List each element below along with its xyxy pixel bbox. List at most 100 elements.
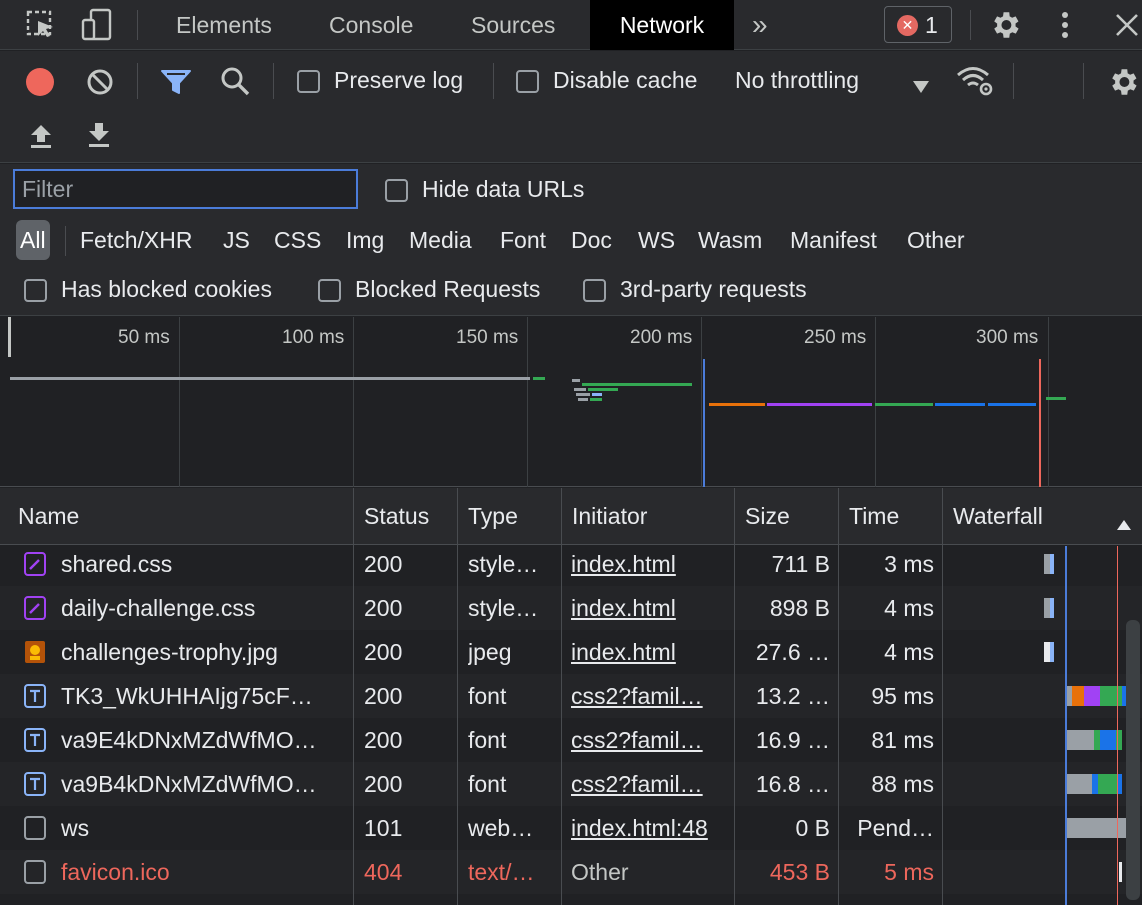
column-divider[interactable] (561, 488, 562, 905)
disable-cache-checkbox[interactable] (516, 70, 539, 93)
throttling-select[interactable]: No throttling (735, 67, 859, 94)
initiator-link[interactable]: index.html (571, 551, 676, 577)
initiator-link[interactable]: css2?famil… (571, 683, 703, 709)
type-filter-doc[interactable]: Doc (571, 220, 612, 260)
export-har-icon[interactable] (86, 121, 112, 149)
request-status: 404 (364, 859, 403, 885)
table-row[interactable]: TK3_WkUHHAIjg75cF… 200 font css2?famil… 13.2… (0, 674, 1142, 718)
waterfall-bar-segment (1100, 730, 1116, 750)
column-header-waterfall[interactable]: Waterfall (943, 488, 1113, 545)
table-row[interactable]: daily-challenge.css 200 style… index.html 89… (0, 586, 1142, 630)
search-icon[interactable] (219, 65, 251, 97)
clear-icon[interactable] (85, 67, 115, 97)
has-blocked-cookies-checkbox[interactable] (24, 279, 47, 302)
column-header-status[interactable]: Status (354, 488, 456, 545)
type-filter-manifest[interactable]: Manifest (790, 220, 877, 260)
type-filter-media[interactable]: Media (409, 220, 472, 260)
initiator-text: Other (571, 859, 629, 885)
request-name[interactable]: shared.css (61, 546, 349, 586)
initiator-link[interactable]: index.html (571, 639, 676, 665)
font-file-icon (24, 772, 46, 796)
blocked-requests-checkbox[interactable] (318, 279, 341, 302)
table-row[interactable]: challenges-trophy.jpg 200 jpeg index.html 27… (0, 630, 1142, 674)
tab-network[interactable]: Network (590, 0, 734, 50)
type-filter-font[interactable]: Font (500, 220, 546, 260)
request-name[interactable]: va9B4kDNxMZdWfMO… (61, 762, 349, 806)
type-filter-img[interactable]: Img (346, 220, 384, 260)
request-name[interactable]: va9E4kDNxMZdWfMO… (61, 718, 349, 762)
request-type: style… (468, 595, 539, 621)
dropdown-arrow-icon[interactable] (912, 73, 930, 93)
request-name[interactable]: TK3_WkUHHAIjg75cF… (61, 674, 349, 718)
column-divider[interactable] (734, 488, 735, 905)
network-conditions-icon[interactable] (956, 65, 994, 97)
table-row[interactable]: shared.css 200 style… index.html 711 B 3 ms (0, 546, 1142, 586)
table-row[interactable]: va9E4kDNxMZdWfMO… 200 font css2?famil… 16.9 … (0, 718, 1142, 762)
type-filter-css[interactable]: CSS (274, 220, 321, 260)
request-type: jpeg (468, 639, 512, 665)
initiator-link[interactable]: css2?famil… (571, 771, 703, 797)
close-devtools-icon[interactable] (1114, 12, 1140, 38)
column-header-size[interactable]: Size (735, 488, 837, 545)
column-header-type[interactable]: Type (458, 488, 560, 545)
more-tabs-button[interactable]: » (752, 0, 768, 50)
column-divider[interactable] (457, 488, 458, 905)
request-name[interactable]: challenges-trophy.jpg (61, 630, 349, 674)
column-header-initiator[interactable]: Initiator (562, 488, 734, 545)
table-row[interactable]: va9B4kDNxMZdWfMO… 200 font css2?famil… 16.8 … (0, 762, 1142, 806)
table-row[interactable]: favicon.ico 404 text/… Other 453 B 5 ms (0, 850, 1142, 894)
column-divider[interactable] (353, 488, 354, 905)
third-party-requests-checkbox[interactable] (583, 279, 606, 302)
tab-console[interactable]: Console (329, 0, 413, 50)
initiator-link[interactable]: index.html:48 (571, 815, 708, 841)
column-divider[interactable] (942, 488, 943, 905)
request-size: 16.9 … (755, 727, 830, 753)
filter-icon[interactable] (160, 67, 192, 97)
column-divider[interactable] (838, 488, 839, 905)
type-filter-js[interactable]: JS (223, 220, 250, 260)
tab-elements[interactable]: Elements (176, 0, 272, 50)
initiator-link[interactable]: index.html (571, 595, 676, 621)
type-filter-wasm[interactable]: Wasm (698, 220, 762, 260)
device-toolbar-icon[interactable] (81, 8, 113, 42)
network-overview-timeline[interactable]: 50 ms 100 ms 150 ms 200 ms 250 ms 300 ms (0, 317, 1142, 487)
settings-gear-icon[interactable] (988, 8, 1022, 42)
more-options-icon[interactable] (1055, 10, 1075, 40)
type-filter-other[interactable]: Other (907, 220, 965, 260)
request-name[interactable]: daily-challenge.css (61, 586, 349, 630)
type-filter-ws[interactable]: WS (638, 220, 675, 260)
request-size: 453 B (769, 859, 830, 885)
request-type: font (468, 683, 507, 709)
hide-data-urls-checkbox[interactable] (385, 179, 408, 202)
disable-cache-label: Disable cache (553, 67, 698, 93)
import-har-icon[interactable] (28, 123, 54, 149)
css-file-icon (24, 552, 46, 576)
column-header-time[interactable]: Time (839, 488, 941, 545)
request-time: 5 ms (884, 859, 934, 885)
record-button[interactable] (26, 68, 54, 96)
filter-input[interactable] (13, 169, 358, 209)
inspect-element-icon[interactable] (26, 10, 56, 40)
network-settings-icon[interactable] (1106, 65, 1140, 99)
request-name[interactable]: ws (61, 806, 349, 850)
request-status: 200 (364, 727, 403, 753)
waterfall-bar-segment (1119, 862, 1122, 882)
waterfall-bar-segment (1066, 730, 1094, 750)
table-scrollbar[interactable] (1126, 620, 1140, 900)
waterfall-bar-segment (1072, 686, 1084, 706)
initiator-link[interactable]: css2?famil… (571, 727, 703, 753)
waterfall-cell (944, 806, 1142, 850)
request-status: 200 (364, 639, 403, 665)
sort-ascending-icon[interactable] (1116, 510, 1132, 530)
tab-divider (970, 10, 971, 40)
hide-data-urls-label: Hide data URLs (422, 176, 585, 202)
error-count-badge[interactable]: ✕ 1 (884, 6, 952, 43)
preserve-log-checkbox[interactable] (297, 70, 320, 93)
table-row[interactable]: ws 101 web… index.html:48 0 B Pend… (0, 806, 1142, 850)
type-filter-fetch-xhr[interactable]: Fetch/XHR (80, 220, 192, 260)
tab-sources[interactable]: Sources (471, 0, 555, 50)
request-type: web… (468, 815, 534, 841)
type-filter-all[interactable]: All (16, 220, 50, 260)
request-name[interactable]: favicon.ico (61, 850, 349, 894)
column-header-name[interactable]: Name (8, 488, 352, 545)
